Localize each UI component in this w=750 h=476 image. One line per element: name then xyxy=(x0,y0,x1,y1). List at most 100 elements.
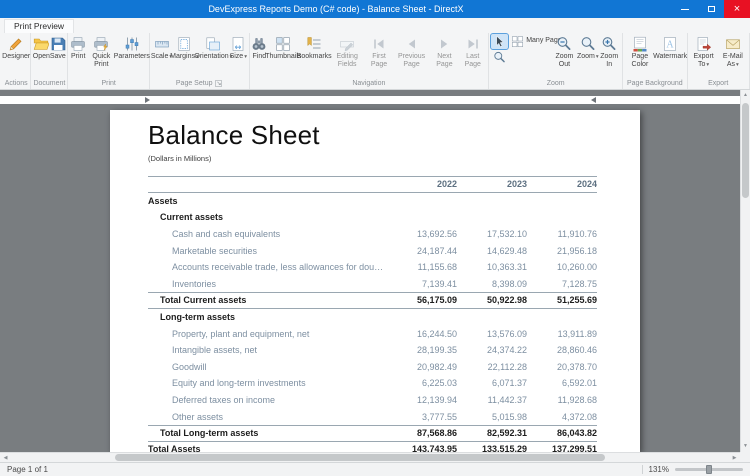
ribbon-button-designer[interactable]: Designer xyxy=(4,34,28,79)
row-value: 13,911.89 xyxy=(527,329,597,339)
ribbon-button-first-page[interactable]: First Page xyxy=(365,34,392,79)
quick-print-icon xyxy=(93,35,109,53)
ribbon-button-page-color[interactable]: Page Color xyxy=(625,34,655,79)
row-value: 10,260.00 xyxy=(527,262,597,272)
ribbon-group-export: Export To▾E-Mail As▾Export xyxy=(688,33,750,89)
ribbon-button-bookmarks[interactable]: Bookmarks xyxy=(299,34,328,79)
zoom-slider-thumb[interactable] xyxy=(706,465,712,474)
ribbon-button-label: E-Mail As▾ xyxy=(721,53,745,70)
horizontal-scroll-thumb[interactable] xyxy=(115,454,605,461)
row-label: Total Long-term assets xyxy=(148,428,387,438)
maximize-button[interactable] xyxy=(698,0,724,18)
row-label: Other assets xyxy=(148,412,387,422)
horizontal-scrollbar[interactable]: ◀ ▶ xyxy=(0,452,740,462)
ribbon-button-last-page[interactable]: Last Page xyxy=(459,34,486,79)
row-value: 11,155.68 xyxy=(387,262,457,272)
scroll-right-icon[interactable]: ▶ xyxy=(729,453,740,462)
row-value: 50,922.98 xyxy=(457,295,527,305)
nav-prev-icon xyxy=(404,35,420,53)
ribbon-button-label: Scale▾ xyxy=(151,53,172,61)
ribbon-button-next-page[interactable]: Next Page xyxy=(431,34,459,79)
ribbon-button-size[interactable]: Size▾ xyxy=(230,34,246,79)
left-margin-handle[interactable] xyxy=(145,97,150,103)
ribbon-button-parameters[interactable]: Parameters xyxy=(117,34,147,79)
table-row-cash-and-cash-equivalents: Cash and cash equivalents13,692.5617,532… xyxy=(148,226,597,243)
ribbon-button-many-pages[interactable]: Many Pages xyxy=(509,34,550,49)
table-row-total-long-term-assets: Total Long-term assets87,568.8682,592.31… xyxy=(148,425,597,442)
margin-ruler[interactable] xyxy=(0,96,740,104)
ribbon-button-orientation[interactable]: Orientation▾ xyxy=(198,34,229,79)
row-label: Assets xyxy=(148,196,387,206)
minimize-button[interactable] xyxy=(672,0,698,18)
ribbon-button-previous-page[interactable]: Previous Page xyxy=(394,34,430,79)
table-row-accounts-receivable-trade-less-allowances-for-doubtful: Accounts receivable trade, less allowanc… xyxy=(148,259,597,276)
ribbon-button-magnifier[interactable] xyxy=(491,50,508,65)
ribbon-button-zoom-in[interactable]: Zoom In xyxy=(598,34,620,79)
nav-next-icon xyxy=(436,35,452,53)
dialog-launcher-icon[interactable]: ↘ xyxy=(215,80,222,87)
row-value: 16,244.50 xyxy=(387,329,457,339)
ribbon-button-scale[interactable]: Scale▾ xyxy=(152,34,171,79)
row-label: Inventories xyxy=(148,279,387,289)
ribbon-button-label: Zoom▾ xyxy=(577,53,599,61)
table-header-row: 202220232024 xyxy=(148,176,597,193)
row-value: 143,743.95 xyxy=(387,444,457,452)
table-row-goodwill: Goodwill20,982.4922,112.2820,378.70 xyxy=(148,359,597,376)
page-color-icon xyxy=(632,35,648,53)
table-row-inventories: Inventories7,139.418,398.097,128.75 xyxy=(148,276,597,293)
ribbon-button-zoom-out[interactable]: Zoom Out xyxy=(552,34,578,79)
close-button[interactable]: × xyxy=(724,0,750,18)
ribbon-tab-row: Print Preview xyxy=(0,18,750,33)
row-value: 82,592.31 xyxy=(457,428,527,438)
scroll-down-icon[interactable]: ▼ xyxy=(741,441,750,452)
save-icon xyxy=(50,35,66,53)
ribbon-button-save[interactable]: Save xyxy=(50,34,65,79)
ribbon-group-label: Page Background xyxy=(625,79,684,89)
ribbon-button-mouse-pointer[interactable] xyxy=(491,34,508,49)
row-value: 6,071.37 xyxy=(457,378,527,388)
ribbon-button-editing-fields[interactable]: Editing Fields xyxy=(330,34,365,79)
ribbon-button-label: Editing Fields xyxy=(332,53,363,70)
row-value: 13,576.09 xyxy=(457,329,527,339)
vertical-scrollbar[interactable]: ▲ ▼ xyxy=(740,90,750,452)
vertical-scroll-thumb[interactable] xyxy=(742,103,749,198)
row-value: 14,629.48 xyxy=(457,246,527,256)
ribbon-group-page-setup: Scale▾Margins▾Orientation▾Size▾Page Setu… xyxy=(150,33,250,89)
ribbon-button-export-to[interactable]: Export To▾ xyxy=(690,34,718,79)
chevron-down-icon: ▾ xyxy=(244,54,247,60)
ribbon-button-label: Quick Print xyxy=(89,53,114,70)
ribbon-button-quick-print[interactable]: Quick Print xyxy=(87,34,116,79)
row-value: 21,956.18 xyxy=(527,246,597,256)
ribbon-button-margins[interactable]: Margins▾ xyxy=(172,34,197,79)
row-value: 86,043.82 xyxy=(527,428,597,438)
scroll-up-icon[interactable]: ▲ xyxy=(741,90,750,101)
tab-print-preview[interactable]: Print Preview xyxy=(4,19,74,33)
document-area: Balance Sheet (Dollars in Millions) 2022… xyxy=(0,90,750,462)
orientation-icon xyxy=(205,35,221,53)
right-margin-handle[interactable] xyxy=(591,97,596,103)
zoom-slider[interactable] xyxy=(675,468,743,471)
ribbon-button-e-mail-as[interactable]: E-Mail As▾ xyxy=(719,34,747,79)
row-value: 3,777.55 xyxy=(387,412,457,422)
ribbon-button-watermark[interactable]: AWatermark xyxy=(656,34,685,79)
row-value: 51,255.69 xyxy=(527,295,597,305)
ribbon-group-label: Print xyxy=(70,79,146,89)
report-page: Balance Sheet (Dollars in Millions) 2022… xyxy=(110,110,640,452)
row-value: 133,515.29 xyxy=(457,444,527,452)
row-value: 87,568.86 xyxy=(387,428,457,438)
ribbon-button-label: Page Color xyxy=(627,53,653,70)
row-label: Long-term assets xyxy=(148,312,387,322)
row-label: Deferred taxes on income xyxy=(148,395,387,405)
ribbon-button-print[interactable]: Print xyxy=(70,34,86,79)
ribbon-group-zoom: Many PagesZoom OutZoom▾Zoom InZoom xyxy=(489,33,623,89)
ribbon-button-open[interactable]: Open xyxy=(33,34,49,79)
ribbon-button-zoom[interactable]: Zoom▾ xyxy=(578,34,597,79)
ribbon-button-label: Find xyxy=(253,53,267,61)
ribbon-group-document: OpenSaveDocument xyxy=(31,33,68,89)
scroll-left-icon[interactable]: ◀ xyxy=(0,453,11,462)
year-column-header: 2024 xyxy=(527,179,597,189)
ribbon-button-thumbnails[interactable]: Thumbnails xyxy=(268,34,298,79)
many-pages-icon xyxy=(511,35,524,48)
ribbon-group-label: Zoom xyxy=(491,79,620,89)
minimize-icon xyxy=(681,9,689,10)
